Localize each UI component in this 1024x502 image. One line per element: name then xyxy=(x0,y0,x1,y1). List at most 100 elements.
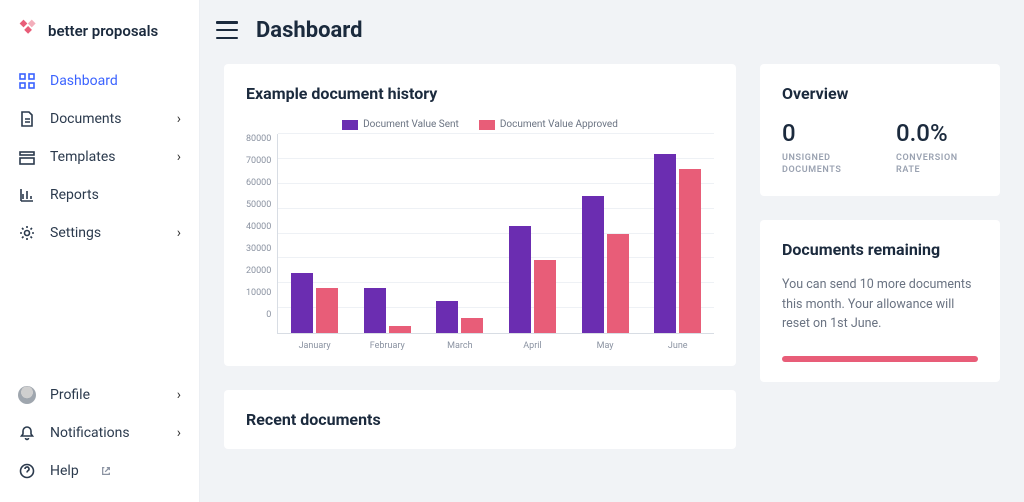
reports-icon xyxy=(18,186,36,204)
bell-icon xyxy=(18,424,36,442)
y-tick: 30000 xyxy=(246,244,271,254)
menu-toggle-icon[interactable] xyxy=(216,21,238,39)
sidebar-item-label: Settings xyxy=(50,225,101,241)
chart-category: February xyxy=(351,134,424,333)
chart-bar xyxy=(364,288,386,333)
chart-bar xyxy=(607,234,629,334)
brand-logo-icon xyxy=(18,18,40,44)
chevron-right-icon: › xyxy=(177,425,181,441)
chart-category: January xyxy=(278,134,351,333)
sidebar-item-templates[interactable]: Templates › xyxy=(0,138,199,176)
sidebar-item-label: Reports xyxy=(50,187,99,203)
grid-icon xyxy=(18,72,36,90)
documents-remaining-text: You can send 10 more documents this mont… xyxy=(782,275,978,333)
chart-bar xyxy=(291,273,313,333)
recent-documents-card: Recent documents xyxy=(224,390,736,449)
recent-documents-title: Recent documents xyxy=(246,410,714,429)
overview-stat-label: UNSIGNED DOCUMENTS xyxy=(782,153,864,176)
y-tick: 80000 xyxy=(246,134,271,144)
documents-remaining-progress xyxy=(782,356,978,362)
chart-bar xyxy=(679,169,701,333)
sidebar-item-settings[interactable]: Settings › xyxy=(0,214,199,252)
x-tick: January xyxy=(278,341,351,351)
sidebar-item-notifications[interactable]: Notifications › xyxy=(0,414,199,452)
main: Dashboard Example document history Docum… xyxy=(200,0,1024,502)
chart-category: April xyxy=(496,134,569,333)
y-tick: 0 xyxy=(266,310,271,320)
chart-bar xyxy=(461,318,483,333)
legend-item: Document Value Approved xyxy=(479,119,618,130)
chevron-right-icon: › xyxy=(177,111,181,127)
chart-bar xyxy=(534,260,556,333)
sidebar-item-label: Dashboard xyxy=(50,73,118,89)
y-tick: 50000 xyxy=(246,200,271,210)
overview-title: Overview xyxy=(782,84,978,103)
history-card-title: Example document history xyxy=(246,84,714,103)
chart-category: June xyxy=(641,134,714,333)
x-tick: April xyxy=(496,341,569,351)
x-tick: June xyxy=(641,341,714,351)
brand-name: better proposals xyxy=(48,24,158,39)
sidebar-item-label: Profile xyxy=(50,387,90,403)
chart-y-axis: 80000 70000 60000 50000 40000 30000 20000 10000… xyxy=(246,134,277,334)
legend-swatch-icon xyxy=(342,120,358,130)
chart-category: March xyxy=(424,134,497,333)
chevron-right-icon: › xyxy=(177,149,181,165)
gear-icon xyxy=(18,224,36,242)
help-icon xyxy=(18,462,36,480)
overview-stat-value: 0.0% xyxy=(896,119,978,147)
x-tick: May xyxy=(569,341,642,351)
sidebar-item-profile[interactable]: Profile › xyxy=(0,376,199,414)
chart-bar xyxy=(389,326,411,333)
sidebar-item-label: Notifications xyxy=(50,425,130,441)
x-tick: February xyxy=(351,341,424,351)
chart-bar xyxy=(316,288,338,333)
sidebar-item-label: Templates xyxy=(50,149,116,165)
content: Example document history Document Value … xyxy=(200,60,1024,473)
x-tick: March xyxy=(424,341,497,351)
legend-item: Document Value Sent xyxy=(342,119,459,130)
overview-stat-unsigned: 0 UNSIGNED DOCUMENTS xyxy=(782,119,864,176)
y-tick: 40000 xyxy=(246,222,271,232)
overview-stat-value: 0 xyxy=(782,119,864,147)
chevron-right-icon: › xyxy=(177,387,181,403)
nav-main: Dashboard Documents › Templates › xyxy=(0,62,199,252)
chart-bar xyxy=(654,154,676,333)
history-card: Example document history Document Value … xyxy=(224,64,736,366)
chart-legend: Document Value Sent Document Value Approv… xyxy=(342,119,618,130)
overview-stat-conversion: 0.0% CONVERSION RATE xyxy=(896,119,978,176)
topbar: Dashboard xyxy=(200,0,1024,60)
overview-stat-label: CONVERSION RATE xyxy=(896,153,978,176)
chart-plot: JanuaryFebruaryMarchAprilMayJune xyxy=(277,134,714,334)
sidebar-item-documents[interactable]: Documents › xyxy=(0,100,199,138)
sidebar: better proposals Dashboard Documents › xyxy=(0,0,200,502)
page-title: Dashboard xyxy=(256,18,363,43)
y-tick: 20000 xyxy=(246,266,271,276)
documents-remaining-title: Documents remaining xyxy=(782,240,978,259)
sidebar-item-reports[interactable]: Reports xyxy=(0,176,199,214)
history-chart: Document Value Sent Document Value Approv… xyxy=(246,119,714,334)
y-tick: 10000 xyxy=(246,288,271,298)
overview-card: Overview 0 UNSIGNED DOCUMENTS 0.0% CONVE… xyxy=(760,64,1000,196)
chart-bar xyxy=(509,226,531,333)
y-tick: 60000 xyxy=(246,178,271,188)
sidebar-item-label: Documents xyxy=(50,111,121,127)
legend-swatch-icon xyxy=(479,120,495,130)
avatar-icon xyxy=(18,386,36,404)
chart-bar xyxy=(582,196,604,333)
nav-footer: Profile › Notifications › Help xyxy=(0,376,199,490)
external-link-icon xyxy=(97,462,115,480)
chart-bar xyxy=(436,301,458,333)
chevron-right-icon: › xyxy=(177,225,181,241)
brand: better proposals xyxy=(0,18,199,62)
sidebar-item-dashboard[interactable]: Dashboard xyxy=(0,62,199,100)
templates-icon xyxy=(18,148,36,166)
y-tick: 70000 xyxy=(246,156,271,166)
chart-category: May xyxy=(569,134,642,333)
sidebar-item-help[interactable]: Help xyxy=(0,452,199,490)
sidebar-item-label: Help xyxy=(50,463,79,479)
documents-remaining-card: Documents remaining You can send 10 more… xyxy=(760,220,1000,381)
document-icon xyxy=(18,110,36,128)
legend-label: Document Value Sent xyxy=(363,119,459,130)
legend-label: Document Value Approved xyxy=(500,119,618,130)
